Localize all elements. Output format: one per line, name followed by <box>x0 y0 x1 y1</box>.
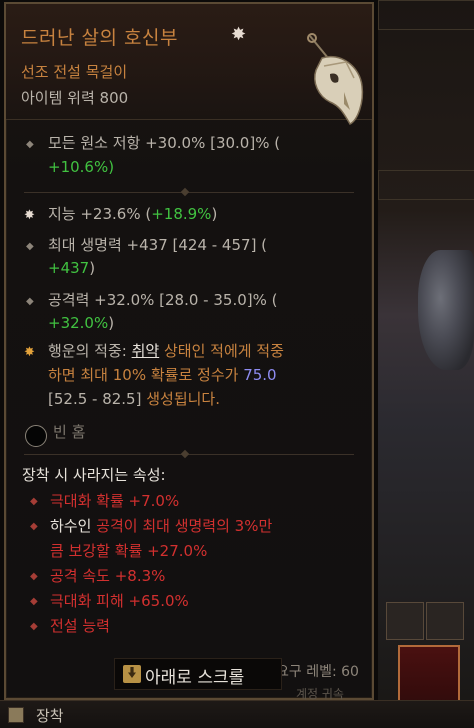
affix-max-life-line2: +437) <box>48 257 95 279</box>
legendary-line-1: 행운의 적중: 취약 상태인 적에게 적중 <box>48 340 284 362</box>
divider <box>24 187 354 197</box>
bullet-icon: ◆ <box>30 521 38 532</box>
affix-max-life-line1: 최대 생명력 +437 [424 - 457] ( <box>48 236 268 254</box>
affix-attack-green: +32.0% <box>48 314 109 332</box>
implicit-line-1: 모든 원소 저항 +30.0% [30.0]% ( <box>48 134 281 152</box>
legendary-line-2: 하면 최대 10% 확률로 정수가 75.0 <box>48 364 277 386</box>
scroll-down-label: 아래로 스크롤 <box>145 668 245 688</box>
item-name: 드러난 살의 호신부 <box>21 27 178 49</box>
equip-label[interactable]: 장착 <box>36 705 64 726</box>
empty-socket-icon <box>25 425 47 447</box>
bullet-icon: ◆ <box>30 596 38 607</box>
lost-item-attack-speed: 공격 속도 +8.3% <box>50 567 166 585</box>
bottom-bar: 장착 <box>0 700 474 728</box>
implicit-line-2: +10.6%) <box>48 158 115 176</box>
scene-rock <box>418 250 474 370</box>
affix-intelligence: 지능 +23.6% (+18.9%) <box>48 203 217 225</box>
affix-star-icon: ✸ <box>24 208 35 223</box>
lost-item-crit-damage: 극대화 피해 +65.0% <box>50 592 189 610</box>
affix-max-life-green: +437 <box>48 259 90 277</box>
item-type: 선조 전설 목걸이 <box>21 63 128 81</box>
inventory-slots <box>386 602 474 642</box>
bullet-icon: ◆ <box>26 139 34 150</box>
legendary-keyword[interactable]: 취약 <box>132 342 160 360</box>
bullet-icon: ◆ <box>30 496 38 507</box>
affix-attack-line1: 공격력 +32.0% [28.0 - 35.0]% ( <box>48 291 278 309</box>
affix-max-life-tail: ) <box>89 259 96 277</box>
legendary-rest1: 상태인 적에게 적중 <box>159 342 284 360</box>
affix-intelligence-tail: ) <box>211 205 218 223</box>
lost-item-minion-white: 하수인 <box>50 517 97 535</box>
legendary-star-icon: ✸ <box>24 345 35 360</box>
lost-item-minion-red: 공격이 최대 생명력의 3%만 <box>96 517 273 535</box>
bullet-icon: ◆ <box>30 621 38 632</box>
affix-intelligence-green: +18.9% <box>151 205 212 223</box>
tooltip-header: 드러난 살의 호신부 ✸ 선조 전설 목걸이 아이템 위력 800 <box>6 4 372 125</box>
scene-frame-top <box>378 0 474 30</box>
affix-attack-line2: +32.0%) <box>48 312 114 334</box>
scroll-down-icon <box>123 665 141 683</box>
legendary-line-3: [52.5 - 82.5] 생성됩니다. <box>48 388 220 410</box>
socket-label: 빈 홈 <box>53 423 86 441</box>
lost-item-crit-chance: 극대화 확률 +7.0% <box>50 492 180 510</box>
legendary-star-icon: ✸ <box>231 24 247 45</box>
equip-icon <box>8 707 24 723</box>
inventory-slot[interactable] <box>426 602 464 640</box>
lost-properties-heading: 장착 시 사라지는 속성: <box>22 466 166 484</box>
scene-frame-mid <box>378 170 474 200</box>
item-power: 아이템 위력 800 <box>21 89 129 107</box>
bullet-icon: ◆ <box>26 296 34 307</box>
legendary-range: [52.5 - 82.5] <box>48 390 142 408</box>
scroll-down-button[interactable]: 아래로 스크롤 <box>114 658 282 690</box>
affix-attack-tail: ) <box>108 314 115 332</box>
bullet-icon: ◆ <box>30 571 38 582</box>
game-scene-background <box>378 0 474 700</box>
bullet-icon: ◆ <box>26 241 34 252</box>
item-tooltip: 드러난 살의 호신부 ✸ 선조 전설 목걸이 아이템 위력 800 ◆ 모든 원… <box>4 2 374 701</box>
affix-intelligence-text: 지능 +23.6% ( <box>48 205 152 223</box>
amulet-skull-icon <box>307 33 364 125</box>
lost-item-minion-line1: 하수인 공격이 최대 생명력의 3%만 <box>50 515 272 537</box>
required-level: 요구 레벨: 60 <box>276 664 359 680</box>
legendary-line3-rest: 생성됩니다. <box>141 390 220 408</box>
lost-item-minion-line2: 큼 보강할 확률 +27.0% <box>50 542 208 560</box>
inventory-slot[interactable] <box>386 602 424 640</box>
legendary-value: 75.0 <box>243 366 277 384</box>
lost-item-legendary-power: 전설 능력 <box>50 617 110 635</box>
divider <box>24 449 354 459</box>
legendary-line2-text: 하면 최대 10% 확률로 정수가 <box>48 366 244 384</box>
legendary-lead: 행운의 적중: <box>48 342 132 360</box>
